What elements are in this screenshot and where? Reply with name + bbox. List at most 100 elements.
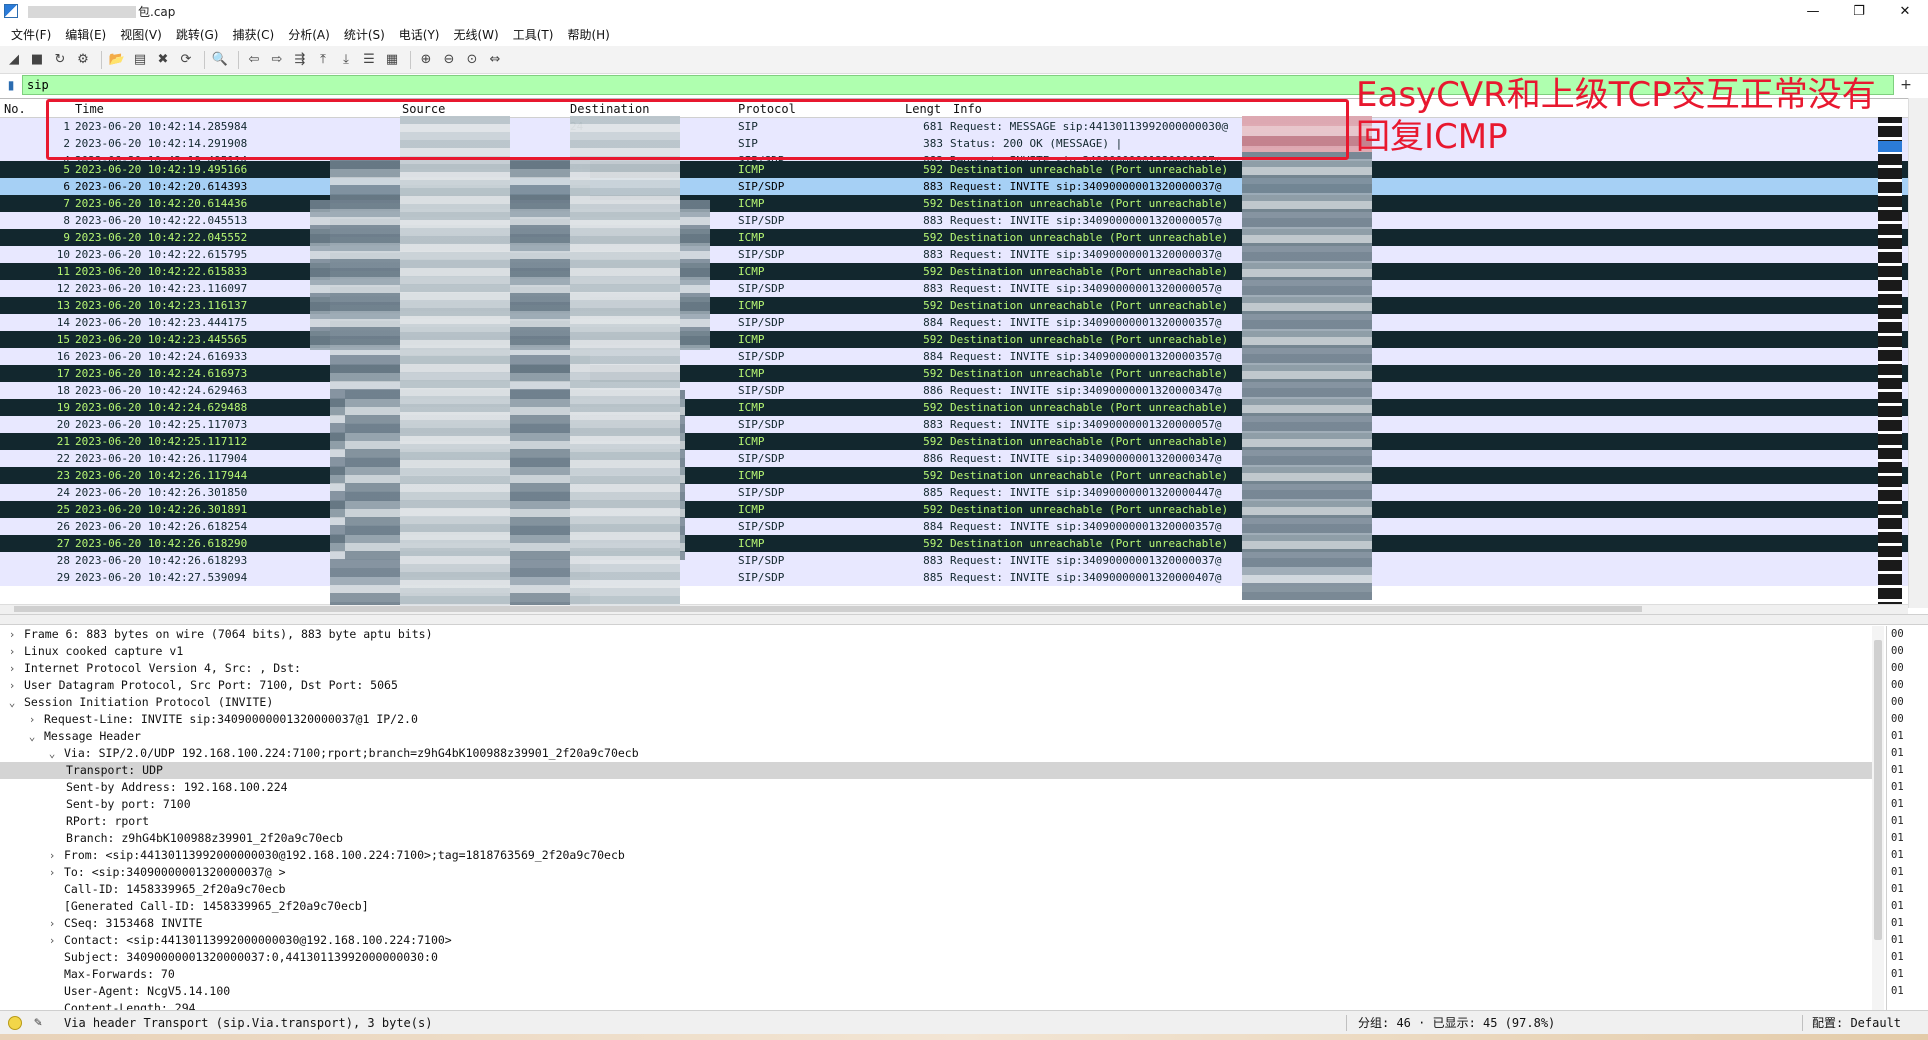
packet-list-hscroll-thumb[interactable] (14, 606, 1642, 612)
collapse-arrow-icon[interactable]: › (46, 864, 58, 881)
detail-tree-item[interactable]: ⌄ Via: SIP/2.0/UDP 192.168.100.224:7100;r… (0, 745, 1876, 762)
detail-tree-item[interactable]: Transport: UDP (0, 762, 1876, 779)
expand-arrow-icon[interactable]: ⌄ (6, 694, 18, 711)
packet-row[interactable]: 8 2023-06-20 10:42:22.045513 SIP/SDP 883 Req… (0, 212, 1908, 229)
detail-tree-item[interactable]: › Request-Line: INVITE sip:34090000001320… (0, 711, 1876, 728)
zoom-out-icon[interactable]: ⊖ (439, 50, 459, 70)
detail-tree-item[interactable]: ⌄ Message Header (0, 728, 1876, 745)
save-file-icon[interactable]: ▤ (130, 50, 150, 70)
packet-row[interactable]: 7 2023-06-20 10:42:20.614436 ICMP 592 Destin… (0, 195, 1908, 212)
first-packet-icon[interactable]: ⤒ (313, 50, 333, 70)
packet-row[interactable]: 26 2023-06-20 10:42:26.618254 SIP/SDP 884 Re… (0, 518, 1908, 535)
menu-item[interactable]: 工具(T) (506, 26, 561, 43)
packet-row[interactable]: 29 2023-06-20 10:42:27.539094 SIP/SDP 885 Re… (0, 569, 1908, 586)
detail-tree-item[interactable]: › CSeq: 3153468 INVITE (0, 915, 1876, 932)
menu-item[interactable]: 视图(V) (113, 26, 169, 43)
go-to-packet-icon[interactable]: ⇶ (290, 50, 310, 70)
expand-arrow-icon[interactable]: ⌄ (46, 745, 58, 762)
menu-item[interactable]: 帮助(H) (560, 26, 616, 43)
menu-item[interactable]: 文件(F) (4, 26, 58, 43)
colorize-icon[interactable]: ▦ (382, 50, 402, 70)
collapse-arrow-icon[interactable]: › (6, 643, 18, 660)
detail-tree-item[interactable]: › Frame 6: 883 bytes on wire (7064 bits),… (0, 626, 1876, 643)
detail-tree-item[interactable]: Content-Length: 294 (0, 1000, 1876, 1010)
details-scroll-thumb[interactable] (1874, 640, 1882, 940)
collapse-arrow-icon[interactable]: › (26, 711, 38, 728)
menu-item[interactable]: 捕获(C) (225, 26, 281, 43)
expand-arrow-icon[interactable]: ⌄ (26, 728, 38, 745)
go-back-icon[interactable]: ⇦ (244, 50, 264, 70)
pane-splitter[interactable] (0, 614, 1928, 625)
add-filter-button[interactable]: + (1894, 77, 1918, 93)
menu-item[interactable]: 电话(Y) (392, 26, 447, 43)
packet-row[interactable]: 15 2023-06-20 10:42:23.445565 ICMP 592 Desti… (0, 331, 1908, 348)
packet-list-vertical-scrollbar[interactable] (1908, 98, 1928, 608)
packet-row[interactable]: 13 2023-06-20 10:42:23.116137 ICMP 592 Desti… (0, 297, 1908, 314)
find-packet-icon[interactable]: 🔍 (210, 50, 230, 70)
menu-item[interactable]: 编辑(E) (58, 26, 113, 43)
menu-item[interactable]: 统计(S) (337, 26, 392, 43)
packet-row[interactable]: 27 2023-06-20 10:42:26.618290 ICMP 592 Desti… (0, 535, 1908, 552)
packet-row[interactable]: 12 2023-06-20 10:42:23.116097 SIP/SDP 883 Re… (0, 280, 1908, 297)
go-forward-icon[interactable]: ⇨ (267, 50, 287, 70)
collapse-arrow-icon[interactable]: › (6, 660, 18, 677)
collapse-arrow-icon[interactable]: › (6, 626, 18, 643)
restart-capture-icon[interactable]: ↻ (50, 50, 70, 70)
packet-row[interactable]: 6 2023-06-20 10:42:20.614393 SIP/SDP 883 Req… (0, 178, 1908, 195)
minimize-button[interactable]: — (1790, 0, 1836, 22)
zoom-normal-icon[interactable]: ⊙ (462, 50, 482, 70)
packet-row[interactable]: 252023-06-20 10:42:26.3018911ICMP592Dest… (0, 501, 1908, 518)
detail-tree-item[interactable]: › Contact: <sip:44130113992000000030@192.… (0, 932, 1876, 949)
menu-item[interactable]: 分析(A) (281, 26, 337, 43)
filter-bookmark-icon[interactable]: ▮ (4, 77, 18, 93)
detail-tree-item[interactable]: ⌄ Session Initiation Protocol (INVITE) (0, 694, 1876, 711)
packet-row[interactable]: 17 2023-06-20 10:42:24.616973 ICMP 592 Desti… (0, 365, 1908, 382)
resize-columns-icon[interactable]: ⇔ (485, 50, 505, 70)
packet-row[interactable]: 22 2023-06-20 10:42:26.117904 SIP/SDP 886 Re… (0, 450, 1908, 467)
packet-row[interactable]: 14 2023-06-20 10:42:23.444175 SIP/SDP 884 Re… (0, 314, 1908, 331)
close-button[interactable]: ✕ (1882, 0, 1928, 22)
packet-map-scrollbar[interactable] (1878, 117, 1902, 604)
detail-tree-item[interactable]: Sent-by Address: 192.168.100.224 (0, 779, 1876, 796)
packet-row[interactable]: 28 2023-06-20 10:42:26.618293 SIP/SDP 883 Re… (0, 552, 1908, 569)
close-file-icon[interactable]: ✖ (153, 50, 173, 70)
start-capture-icon[interactable]: ◢ (4, 50, 24, 70)
reload-file-icon[interactable]: ⟳ (176, 50, 196, 70)
detail-tree-item[interactable]: Max-Forwards: 70 (0, 966, 1876, 983)
detail-tree-item[interactable]: › From: <sip:44130113992000000030@192.168… (0, 847, 1876, 864)
packet-row[interactable]: 23 2023-06-20 10:42:26.117944 ICMP 592 Desti… (0, 467, 1908, 484)
detail-tree-item[interactable]: [Generated Call-ID: 1458339965_2f20a9c70… (0, 898, 1876, 915)
zoom-in-icon[interactable]: ⊕ (416, 50, 436, 70)
packet-row[interactable]: 18 2023-06-20 10:42:24.629463 SIP/SDP 886 Re… (0, 382, 1908, 399)
stop-capture-icon[interactable]: ■ (27, 50, 47, 70)
menu-item[interactable]: 跳转(G) (169, 26, 226, 43)
packet-row[interactable]: 10 2023-06-20 10:42:22.615795 SIP/SDP 883 Re… (0, 246, 1908, 263)
last-packet-icon[interactable]: ⤓ (336, 50, 356, 70)
expert-info-icon[interactable] (8, 1015, 22, 1030)
auto-scroll-icon[interactable]: ☰ (359, 50, 379, 70)
packet-row[interactable]: 52023-06-20 10:42:19.49516624ICMP592Dest… (0, 161, 1908, 178)
edit-comment-icon[interactable]: ✎ (30, 1015, 46, 1030)
maximize-button[interactable]: ❐ (1836, 0, 1882, 22)
detail-tree-item[interactable]: Call-ID: 1458339965_2f20a9c70ecb (0, 881, 1876, 898)
detail-tree-item[interactable]: RPort: rport (0, 813, 1876, 830)
detail-tree-item[interactable]: Sent-by port: 7100 (0, 796, 1876, 813)
collapse-arrow-icon[interactable]: › (46, 847, 58, 864)
detail-tree-item[interactable]: User-Agent: NcgV5.14.100 (0, 983, 1876, 1000)
detail-tree-item[interactable]: › Internet Protocol Version 4, Src: , Dst… (0, 660, 1876, 677)
detail-tree-item[interactable]: › To: <sip:34090000001320000037@ > (0, 864, 1876, 881)
detail-tree-item[interactable]: Branch: z9hG4bK100988z39901_2f20a9c70ecb (0, 830, 1876, 847)
packet-row[interactable]: 24 2023-06-20 10:42:26.301850 SIP/SDP 885 Re… (0, 484, 1908, 501)
collapse-arrow-icon[interactable]: › (46, 932, 58, 949)
detail-tree-item[interactable]: › Linux cooked capture v1 (0, 643, 1876, 660)
detail-tree-item[interactable]: Subject: 34090000001320000037:0,44130113… (0, 949, 1876, 966)
packet-row[interactable]: 20 2023-06-20 10:42:25.117073 SIP/SDP 883 Re… (0, 416, 1908, 433)
capture-options-icon[interactable]: ⚙ (73, 50, 93, 70)
packet-row[interactable]: 112023-06-20 10:42:22.6158331ICMP592Dest… (0, 263, 1908, 280)
packet-row[interactable]: 19 2023-06-20 10:42:24.629488 ICMP 592 Desti… (0, 399, 1908, 416)
menu-item[interactable]: 无线(W) (447, 26, 506, 43)
packet-row[interactable]: 21 2023-06-20 10:42:25.117112 ICMP 592 Desti… (0, 433, 1908, 450)
open-file-icon[interactable]: 📂 (107, 50, 127, 70)
packet-row[interactable]: 9 2023-06-20 10:42:22.045552 ICMP 592 Destin… (0, 229, 1908, 246)
column-header-no[interactable]: No. (4, 102, 26, 116)
